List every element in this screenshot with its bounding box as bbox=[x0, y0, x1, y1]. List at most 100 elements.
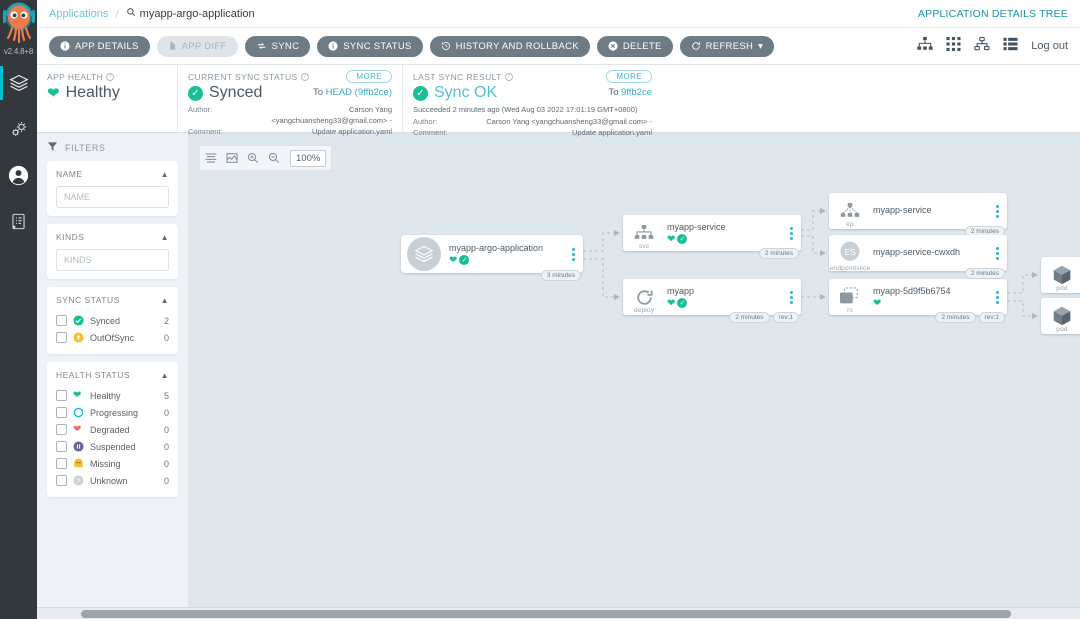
last-sync-more-button[interactable]: MORE bbox=[606, 70, 652, 83]
help-icon[interactable]: ? bbox=[106, 73, 115, 81]
sync-status-button[interactable]: SYNC STATUS bbox=[317, 35, 423, 57]
last-sync-comment-value: Update application.yaml bbox=[571, 127, 652, 137]
filter-health-count: 0 bbox=[163, 458, 169, 469]
node-menu-button[interactable] bbox=[991, 246, 1007, 260]
help-icon[interactable]: ? bbox=[504, 73, 513, 81]
node-body: myapp-service bbox=[871, 201, 991, 221]
sidebar-item-user-info[interactable] bbox=[0, 152, 37, 198]
filter-health-label: Degraded bbox=[90, 424, 130, 435]
filter-kinds-header[interactable]: KINDS ▲ bbox=[56, 232, 169, 242]
refresh-icon bbox=[691, 41, 701, 51]
filter-name-input[interactable] bbox=[56, 186, 169, 208]
checkbox-unknown[interactable] bbox=[56, 475, 67, 486]
svg-text:ES: ES bbox=[844, 247, 856, 257]
zoom-level-value[interactable]: 100% bbox=[290, 149, 327, 167]
resource-tree-canvas[interactable]: 100% myapp-argo-application ❤ ✓ 3 minute… bbox=[189, 133, 1080, 607]
gears-icon bbox=[9, 119, 29, 139]
checkbox-missing[interactable] bbox=[56, 458, 67, 469]
tree-node-deployment[interactable]: deploy myapp ❤ ✓ 2 minutes rev:1 bbox=[623, 279, 801, 323]
current-sync-to-target[interactable]: HEAD (9ffb2ce) bbox=[326, 87, 392, 98]
node-icon-replicaset: rs bbox=[829, 279, 871, 315]
breadcrumb-applications-link[interactable]: Applications bbox=[49, 8, 108, 20]
last-sync-succeeded-line: Succeeded 2 minutes ago (Wed Aug 03 2022… bbox=[413, 105, 638, 114]
filter-row-unknown[interactable]: ? Unknown 0 bbox=[56, 472, 169, 489]
caret-up-icon[interactable]: ▲ bbox=[161, 371, 169, 380]
node-badge-revision: rev:1 bbox=[978, 312, 1005, 323]
filter-row-degraded[interactable]: ❤ Degraded 0 bbox=[56, 421, 169, 438]
tree-view-icon[interactable] bbox=[917, 36, 933, 56]
checkbox-healthy[interactable] bbox=[56, 390, 67, 401]
node-menu-button[interactable] bbox=[785, 226, 801, 240]
node-menu-button[interactable] bbox=[567, 247, 583, 261]
last-sync-meta: Author: Carson Yang <yangchuansheng33@gm… bbox=[413, 117, 652, 139]
caret-up-icon[interactable]: ▲ bbox=[161, 233, 169, 242]
pods-view-icon[interactable] bbox=[946, 36, 961, 56]
node-badge-revision: rev:1 bbox=[772, 312, 799, 323]
application-details-tree-label[interactable]: APPLICATION DETAILS TREE bbox=[918, 8, 1068, 20]
fit-to-screen-icon[interactable] bbox=[226, 152, 238, 164]
node-menu-button[interactable] bbox=[991, 290, 1007, 304]
filter-health-status-header[interactable]: HEALTH STATUS ▲ bbox=[56, 370, 169, 380]
app-details-button[interactable]: APP DETAILS bbox=[49, 35, 150, 57]
filter-row-suspended[interactable]: Suspended 0 bbox=[56, 438, 169, 455]
filter-row-progressing[interactable]: Progressing 0 bbox=[56, 404, 169, 421]
tree-node-endpoints[interactable]: ep myapp-service 2 minutes bbox=[829, 193, 1007, 237]
zoom-out-icon[interactable] bbox=[268, 152, 280, 164]
logout-link[interactable]: Log out bbox=[1031, 40, 1068, 52]
horizontal-scrollbar[interactable] bbox=[37, 607, 1080, 619]
node-kind-label: ep bbox=[846, 221, 854, 228]
history-and-rollback-button[interactable]: HISTORY AND ROLLBACK bbox=[429, 35, 590, 57]
node-kind-label: pod bbox=[1056, 326, 1068, 333]
refresh-button[interactable]: REFRESH ▾ bbox=[679, 35, 775, 57]
last-sync-to-target[interactable]: 9ffb2ce bbox=[621, 87, 652, 98]
caret-up-icon[interactable]: ▲ bbox=[161, 296, 169, 305]
node-menu-button[interactable] bbox=[991, 204, 1007, 218]
filter-name-header[interactable]: NAME ▲ bbox=[56, 169, 169, 179]
tree-node-endpointslice[interactable]: ES endpointslice myapp-service-cwxdh 2 m… bbox=[829, 235, 1007, 279]
tree-node-application[interactable]: myapp-argo-application ❤ ✓ 3 minutes bbox=[401, 235, 583, 281]
checkbox-synced[interactable] bbox=[56, 315, 67, 326]
caret-up-icon[interactable]: ▲ bbox=[161, 170, 169, 179]
tree-node-pod-1[interactable]: pod myapp-5d9f5b6754-c74z8 ❤ 2 minutes r… bbox=[1041, 257, 1080, 293]
node-icon-endpoints: ep bbox=[829, 193, 871, 229]
checkbox-suspended[interactable] bbox=[56, 441, 67, 452]
node-badges: 2 minutes rev:1 bbox=[729, 312, 799, 323]
checkbox-outofsync[interactable] bbox=[56, 332, 67, 343]
left-nav-sidebar: v2.4.8+8 bbox=[0, 0, 37, 619]
sidebar-item-applications[interactable] bbox=[0, 60, 37, 106]
zoom-in-icon[interactable] bbox=[247, 152, 259, 164]
scrollbar-thumb[interactable] bbox=[81, 610, 1011, 618]
node-title: myapp bbox=[667, 285, 695, 296]
current-sync-more-button[interactable]: MORE bbox=[346, 70, 392, 83]
delete-label: DELETE bbox=[622, 40, 662, 52]
network-view-icon[interactable] bbox=[974, 36, 990, 56]
tree-node-service[interactable]: svc myapp-service ❤ ✓ 2 minutes bbox=[623, 215, 801, 259]
heart-icon: ❤ bbox=[47, 85, 60, 102]
node-kind-label: rs bbox=[847, 307, 853, 314]
filter-card-sync-status: SYNC STATUS ▲ Synced 2 OutOfSync 0 bbox=[47, 287, 178, 354]
tree-node-replicaset[interactable]: rs myapp-5d9f5b6754 ❤ 2 minutes rev:1 bbox=[829, 279, 1007, 323]
node-menu-button[interactable] bbox=[785, 290, 801, 304]
delete-button[interactable]: DELETE bbox=[596, 35, 673, 57]
app-diff-button[interactable]: APP DIFF bbox=[156, 35, 238, 57]
layers-icon bbox=[8, 73, 29, 93]
ghost-icon bbox=[73, 458, 84, 469]
filter-row-synced[interactable]: Synced 2 bbox=[56, 312, 169, 329]
last-sync-to-prefix: To bbox=[608, 87, 621, 98]
filter-row-missing[interactable]: Missing 0 bbox=[56, 455, 169, 472]
align-icon[interactable] bbox=[205, 152, 217, 164]
filter-sync-status-header[interactable]: SYNC STATUS ▲ bbox=[56, 295, 169, 305]
tree-node-pod-2[interactable]: pod myapp-5d9f5b6754-xvz54 ❤ 2 minutes r… bbox=[1041, 298, 1080, 334]
sidebar-item-documentation[interactable] bbox=[0, 198, 37, 244]
filter-row-healthy[interactable]: ❤ Healthy 5 bbox=[56, 387, 169, 404]
checkbox-degraded[interactable] bbox=[56, 424, 67, 435]
help-icon[interactable]: ? bbox=[300, 73, 309, 81]
list-view-icon[interactable] bbox=[1003, 37, 1018, 56]
checkbox-progressing[interactable] bbox=[56, 407, 67, 418]
argo-logo[interactable]: v2.4.8+8 bbox=[0, 0, 37, 60]
node-title: myapp-5d9f5b6754 bbox=[873, 285, 951, 296]
sidebar-item-settings[interactable] bbox=[0, 106, 37, 152]
filter-row-outofsync[interactable]: OutOfSync 0 bbox=[56, 329, 169, 346]
sync-button[interactable]: SYNC bbox=[244, 35, 311, 57]
filter-kinds-input[interactable] bbox=[56, 249, 169, 271]
